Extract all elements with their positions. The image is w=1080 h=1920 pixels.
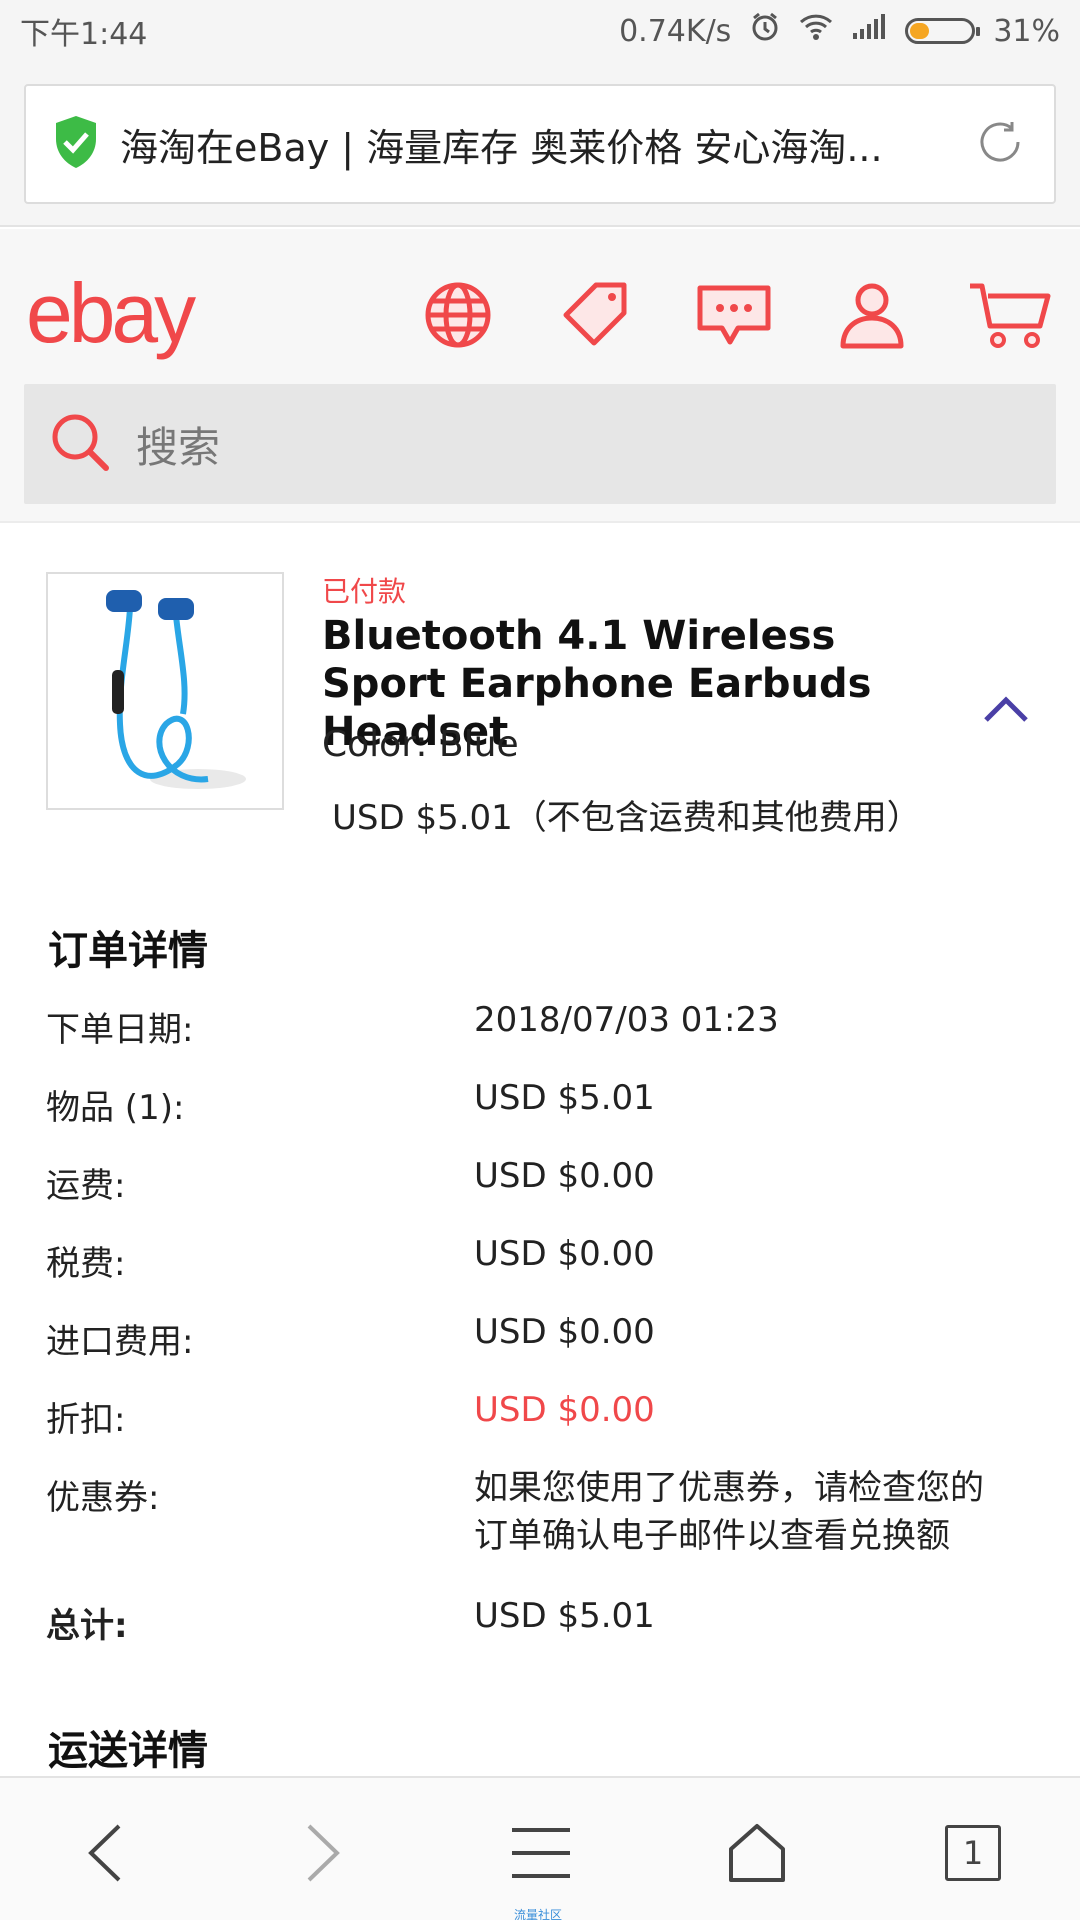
ebay-header: ebay 搜索 [0, 229, 1080, 523]
status-time: 下午1:44 [20, 17, 148, 52]
discount-label: 折扣: [46, 1400, 126, 1440]
shipping-fee-value: USD $0.00 [474, 1156, 655, 1196]
chevron-up-icon[interactable] [980, 688, 1032, 728]
alarm-icon [749, 11, 781, 51]
battery-icon [905, 18, 981, 44]
order-item[interactable]: 已付款 Bluetooth 4.1 Wireless Sport Earphon… [0, 540, 1080, 870]
items-value: USD $5.01 [474, 1078, 655, 1118]
import-fee-label: 进口费用: [46, 1322, 194, 1362]
network-speed: 0.74K/s [619, 13, 732, 49]
header-nav [414, 271, 1054, 359]
status-bar: 下午1:44 0.74K/s 31% [0, 0, 1080, 62]
browser-url-bar: 海淘在eBay | 海量库存 奥莱价格 安心海淘... [0, 62, 1080, 227]
tab-count: 1 [945, 1825, 1001, 1881]
wifi-icon [799, 13, 833, 49]
order-date-value: 2018/07/03 01:23 [474, 1000, 779, 1040]
product-price: USD $5.01（不包含运费和其他费用） [332, 798, 921, 838]
tax-label: 税费: [46, 1244, 126, 1284]
payment-status: 已付款 [322, 575, 407, 608]
order-details-title: 订单详情 [48, 928, 208, 974]
browser-bottom-nav: 1 流量社区 [0, 1776, 1080, 1920]
import-fee-value: USD $0.00 [474, 1312, 655, 1352]
page-title: 海淘在eBay | 海量库存 奥莱价格 安心海淘... [120, 125, 883, 170]
battery-percent: 31% [993, 13, 1060, 49]
search-icon [48, 410, 112, 478]
tabs-button[interactable]: 1 [928, 1808, 1018, 1898]
items-label: 物品 (1): [46, 1088, 185, 1128]
user-icon[interactable] [828, 271, 916, 359]
refresh-icon[interactable] [972, 114, 1028, 174]
url-field[interactable]: 海淘在eBay | 海量库存 奥莱价格 安心海淘... [24, 84, 1056, 204]
coupon-value: 如果您使用了优惠券，请检查您的订单确认电子邮件以查看兑换额 [474, 1468, 984, 1556]
product-color: Color: Blue [322, 724, 519, 765]
menu-icon[interactable] [496, 1808, 586, 1898]
shipping-details-title: 运送详情 [48, 1728, 208, 1774]
tag-icon[interactable] [552, 271, 640, 359]
globe-icon[interactable] [414, 271, 502, 359]
forward-icon[interactable] [278, 1808, 368, 1898]
search-bar[interactable]: 搜索 [24, 384, 1056, 504]
product-image [46, 572, 284, 810]
shipping-fee-label: 运费: [46, 1166, 126, 1206]
signal-icon [851, 13, 887, 49]
battery-level [910, 23, 929, 39]
total-label: 总计: [46, 1606, 128, 1646]
messages-icon[interactable] [690, 271, 778, 359]
cart-icon[interactable] [966, 271, 1054, 359]
order-date-label: 下单日期: [46, 1010, 194, 1050]
ebay-logo[interactable]: ebay [26, 265, 196, 362]
total-value: USD $5.01 [474, 1596, 655, 1636]
discount-value: USD $0.00 [474, 1390, 655, 1430]
search-input[interactable]: 搜索 [136, 414, 220, 475]
coupon-label: 优惠券: [46, 1478, 160, 1518]
back-icon[interactable] [60, 1808, 150, 1898]
home-icon[interactable] [712, 1808, 802, 1898]
community-tag: 流量社区 [514, 1908, 563, 1920]
status-icons: 0.74K/s 31% [619, 11, 1060, 51]
shield-icon [52, 114, 100, 174]
tax-value: USD $0.00 [474, 1234, 655, 1274]
